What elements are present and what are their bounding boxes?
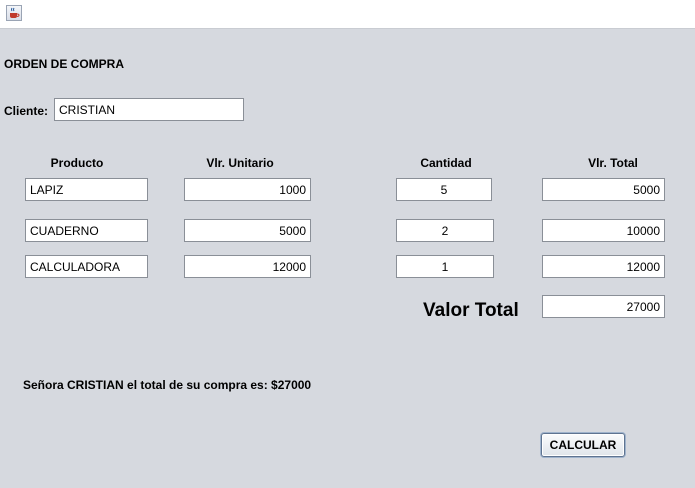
vlr-total-field-2[interactable]	[542, 219, 665, 242]
title-bar	[0, 0, 695, 29]
cliente-input[interactable]	[54, 98, 244, 121]
header-vlr-total: Vlr. Total	[588, 156, 638, 170]
order-form-panel: ORDEN DE COMPRA Cliente: Producto Vlr. U…	[0, 29, 695, 488]
cantidad-field-2[interactable]	[396, 219, 494, 242]
vlr-total-field-1[interactable]	[542, 178, 665, 201]
form-title: ORDEN DE COMPRA	[4, 57, 125, 71]
producto-field-1[interactable]	[25, 178, 148, 201]
valor-total-label: Valor Total	[423, 300, 519, 321]
producto-field-2[interactable]	[25, 219, 148, 242]
cliente-label: Cliente:	[4, 104, 49, 118]
vlr-unitario-field-1[interactable]	[184, 178, 311, 201]
vlr-unitario-field-2[interactable]	[184, 219, 311, 242]
java-cup-icon[interactable]	[6, 5, 22, 21]
result-message: Señora CRISTIAN el total de su compra es…	[23, 378, 312, 392]
producto-field-3[interactable]	[25, 255, 148, 278]
header-vlr-unitario: Vlr. Unitario	[206, 156, 274, 170]
calcular-button[interactable]: CALCULAR	[541, 433, 625, 457]
cantidad-field-1[interactable]	[396, 178, 492, 201]
vlr-total-field-3[interactable]	[542, 255, 665, 278]
cantidad-field-3[interactable]	[396, 255, 494, 278]
header-producto: Producto	[50, 156, 104, 170]
header-cantidad: Cantidad	[420, 156, 472, 170]
valor-total-field[interactable]	[542, 295, 665, 318]
vlr-unitario-field-3[interactable]	[184, 255, 311, 278]
